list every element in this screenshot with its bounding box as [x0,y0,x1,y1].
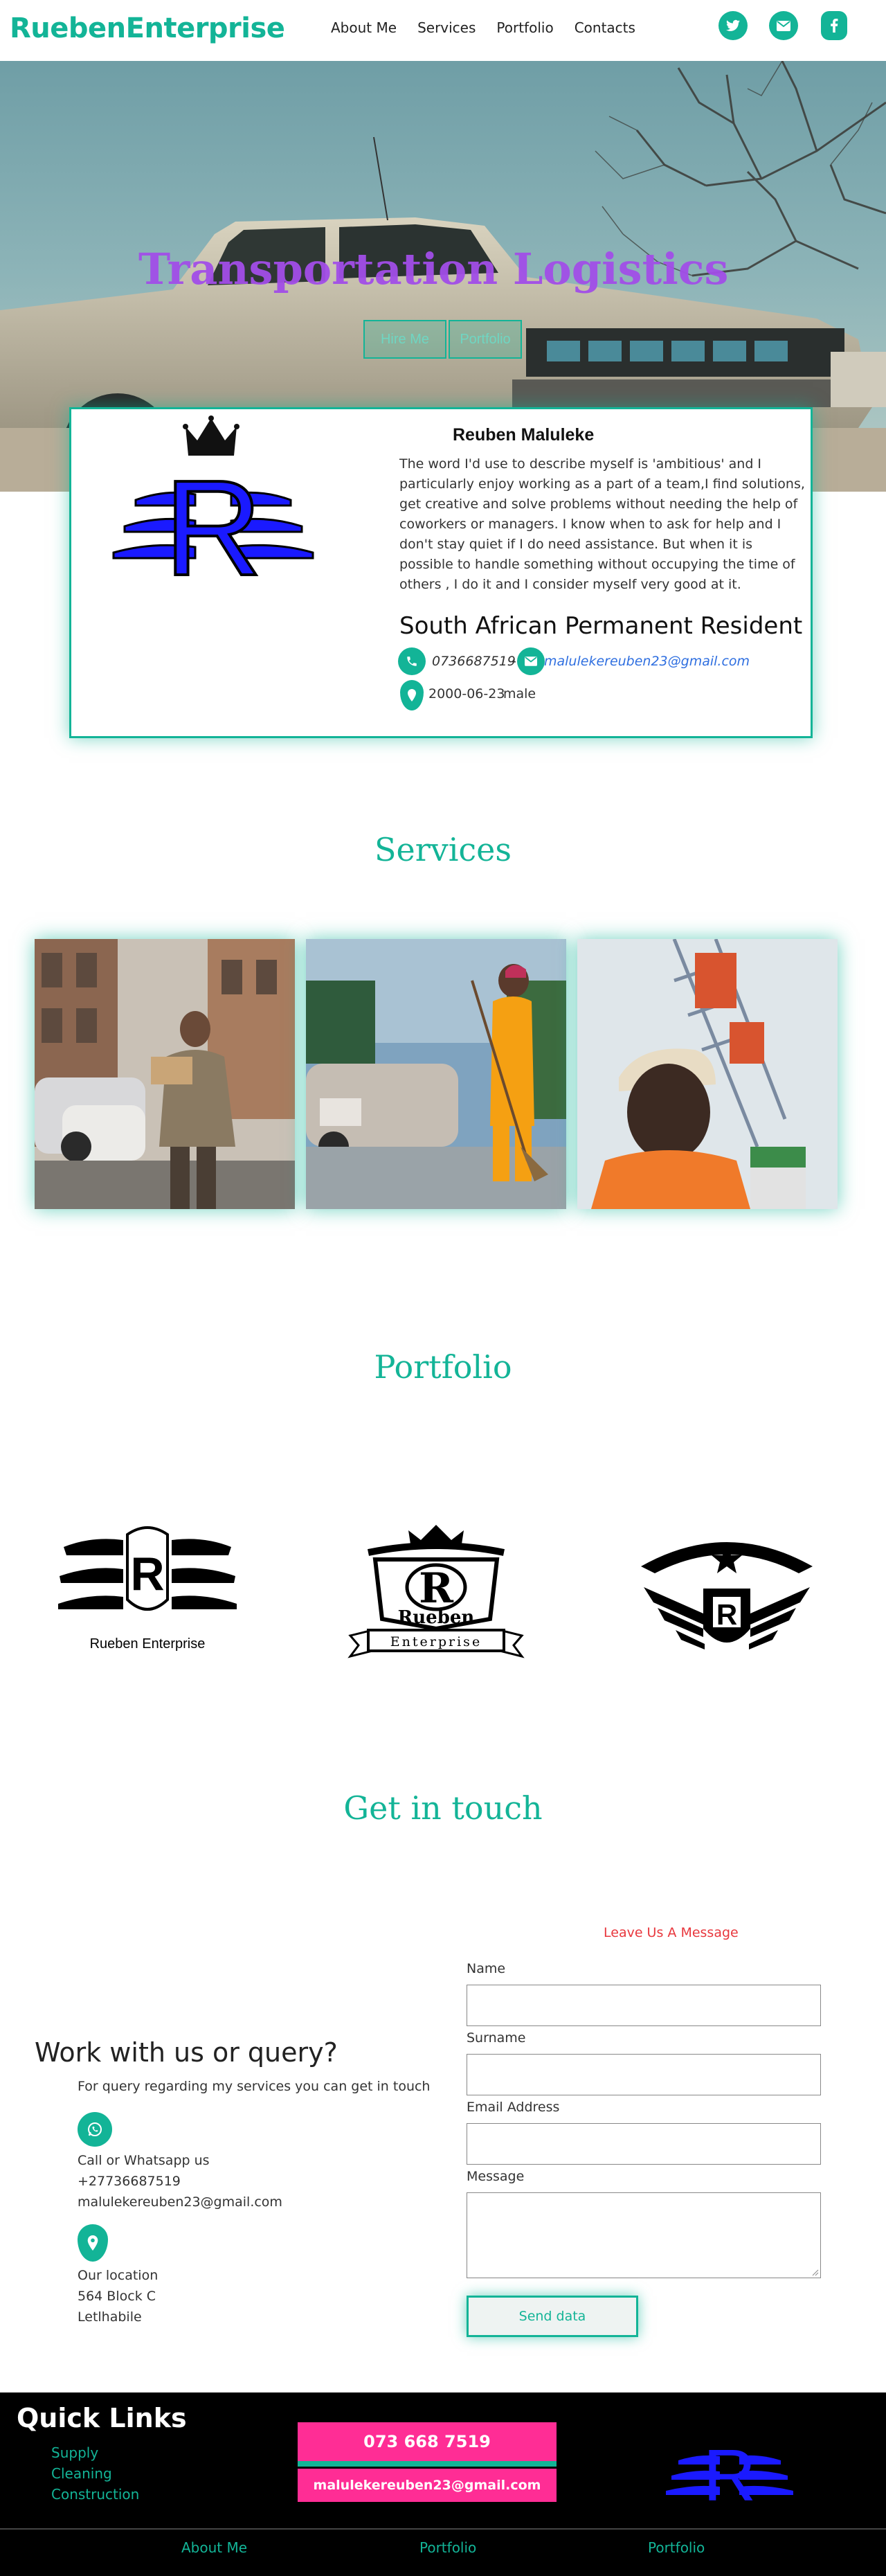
location-label: Our location [78,2268,159,2283]
footer-link-construction[interactable]: Construction [51,2486,139,2503]
footer-bottom-portfolio-1[interactable]: Portfolio [419,2539,476,2556]
profile-gender: male [503,686,536,701]
message-textarea[interactable] [467,2192,821,2278]
surname-input[interactable] [467,2054,821,2095]
facebook-icon [831,19,838,33]
portfolio-logo-1[interactable]: R Rueben Enterprise [57,1522,238,1661]
whatsapp-circle[interactable] [78,2112,112,2147]
portfolio-title: Portfolio [374,1348,512,1386]
profile-logo: R [112,415,314,593]
footer-link-supply[interactable]: Supply [51,2444,98,2461]
portfolio-logo-3-letter: R [716,1598,737,1631]
footer-link-cleaning[interactable]: Cleaning [51,2465,112,2482]
nav-links: About Me Services Portfolio Contacts [331,19,635,36]
email-label: Email Address [467,2100,560,2115]
portfolio-logo-1-text: Rueben Enterprise [90,1636,206,1652]
email-circle [517,647,545,675]
contact-heading: Work with us or query? [35,2037,338,2068]
nav-link-contacts[interactable]: Contacts [575,19,635,36]
whatsapp-icon [88,2122,102,2136]
footer-divider-accent [298,2461,557,2467]
nav-link-services[interactable]: Services [417,19,476,36]
profile-dob: 2000-06-23 [428,686,505,701]
profile-bio: The word I'd use to describe myself is '… [399,456,805,592]
profile-phone[interactable]: 0736687519 [432,654,516,669]
envelope-icon [525,656,537,666]
email-button[interactable] [769,11,798,40]
portfolio-logo-2-banner: Enterprise [390,1634,482,1649]
portfolio-logo-2[interactable]: R Rueben Enterprise [347,1525,525,1663]
service-image-cleaning[interactable] [306,939,566,1209]
twitter-icon [726,19,740,31]
location-line-1: 564 Block C [78,2289,156,2304]
hire-me-button[interactable]: Hire Me [363,320,446,359]
location-circle [78,2224,108,2262]
email-input[interactable] [467,2123,821,2165]
footer-bottom-portfolio-2[interactable]: Portfolio [648,2539,705,2556]
phone-separator: - [512,654,516,669]
hero-portfolio-button[interactable]: Portfolio [449,320,522,359]
send-data-button[interactable]: Send data [467,2296,638,2337]
footer-divider [0,2528,886,2530]
top-navbar: RuebenEnterprise About Me Services Portf… [0,0,886,61]
profile-logo-letter: R [164,452,262,593]
footer-bottom-about[interactable]: About Me [181,2539,247,2556]
call-label: Call or Whatsapp us [78,2153,210,2168]
nav-link-about[interactable]: About Me [331,19,397,36]
portfolio-logo-2-letter: R [419,1564,454,1613]
service-image-supply[interactable] [35,939,295,1209]
form-heading: Leave Us A Message [604,1925,739,1940]
service-image-construction[interactable] [577,939,838,1209]
contact-subtext: For query regarding my services you can … [78,2079,431,2094]
construction-worker-photo [577,939,838,1209]
message-label: Message [467,2169,525,2184]
portfolio-logo-3[interactable]: R [637,1525,817,1663]
profile-name: Reuben Maluleke [453,425,595,445]
phone-icon [407,656,417,666]
brand-logo[interactable]: RuebenEnterprise [10,12,285,44]
envelope-icon [777,20,790,31]
hero-title: Transportation Logistics [138,244,729,294]
nav-link-portfolio[interactable]: Portfolio [496,19,553,36]
facebook-button[interactable] [821,11,847,40]
footer-logo: R [666,2435,793,2505]
name-input[interactable] [467,1985,821,2026]
quick-links-title: Quick Links [17,2403,187,2433]
location-icon [408,689,416,701]
profile-email[interactable]: malulekereuben23@gmail.com [544,654,750,669]
footer-phone-button[interactable]: 073 668 7519 [298,2422,557,2461]
portfolio-logo-2-name: Rueben [398,1607,475,1628]
footer-logo-letter: R [703,2435,757,2505]
delivery-photo [35,939,295,1209]
services-title: Services [374,831,512,868]
footer: Quick Links Supply Cleaning Construction… [0,2392,886,2576]
resize-handle-icon[interactable] [812,2269,819,2276]
call-number[interactable]: +27736687519 [78,2174,181,2189]
surname-label: Surname [467,2030,526,2046]
contact-title: Get in touch [343,1789,543,1827]
portfolio-logo-1-letter: R [130,1548,164,1600]
footer-email-button[interactable]: malulekereuben23@gmail.com [298,2469,557,2502]
profile-status: South African Permanent Resident [399,612,803,640]
location-line-2: Letlhabile [78,2309,142,2325]
twitter-button[interactable] [718,11,748,40]
cleaner-photo [306,939,566,1209]
location-icon [87,2235,98,2251]
phone-circle [398,647,426,675]
call-email[interactable]: malulekereuben23@gmail.com [78,2194,282,2210]
name-label: Name [467,1961,506,1976]
